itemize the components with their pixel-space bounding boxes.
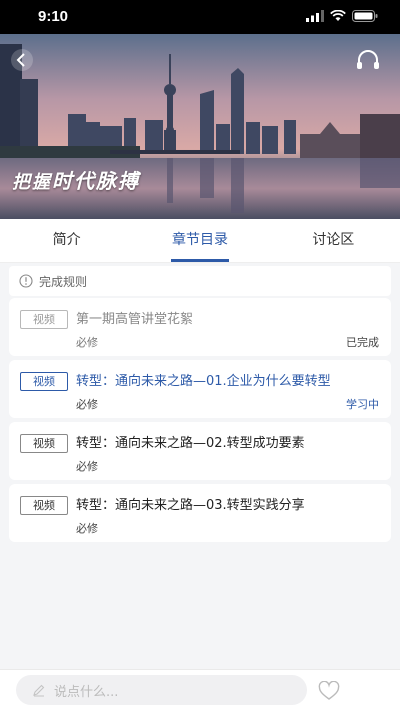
completion-rules-label: 完成规则 [39, 274, 88, 289]
chapter-item[interactable]: 视频 转型：通向未来之路—01.企业为什么要转型 必修 学习中 [9, 360, 391, 418]
comment-input[interactable]: 说点什么... [16, 675, 307, 705]
required-label: 必修 [76, 460, 98, 473]
hero-banner: 把握时代脉搏 [0, 34, 400, 219]
chapter-title: 转型：通向未来之路—02.转型成功要素 [76, 436, 305, 451]
chapter-status: 学习中 [346, 398, 379, 411]
tab-chapters[interactable]: 章节目录 [133, 219, 266, 262]
hero-slogan: 把握时代脉搏 [12, 165, 140, 194]
wifi-icon [330, 10, 346, 21]
info-icon [19, 274, 33, 288]
hero-slogan-a: 把握 [12, 172, 52, 193]
tab-intro[interactable]: 简介 [0, 219, 133, 262]
video-badge: 视频 [20, 310, 68, 329]
status-bar: 9:10 [0, 0, 400, 34]
completion-rules[interactable]: 完成规则 [9, 266, 391, 296]
signal-icon [306, 10, 324, 22]
chapter-title: 转型：通向未来之路—01.企业为什么要转型 [76, 374, 331, 389]
video-badge: 视频 [20, 434, 68, 453]
tab-bar: 简介 章节目录 讨论区 [0, 219, 400, 263]
status-icons [306, 10, 378, 22]
headset-icon[interactable] [354, 46, 382, 74]
chapter-item[interactable]: 视频 转型：通向未来之路—03.转型实践分享 必修 [9, 484, 391, 542]
video-badge: 视频 [20, 372, 68, 391]
status-time: 9:10 [38, 8, 69, 25]
video-badge: 视频 [20, 496, 68, 515]
bottom-bar: 说点什么... [0, 669, 400, 711]
hero-slogan-b: 时代脉搏 [52, 169, 140, 193]
chapter-status: 已完成 [346, 336, 379, 349]
heart-icon[interactable] [318, 681, 340, 701]
pencil-icon [33, 684, 45, 697]
comment-placeholder: 说点什么... [54, 684, 119, 700]
chapter-title: 第一期高管讲堂花絮 [76, 312, 194, 327]
chapter-item[interactable]: 视频 转型：通向未来之路—02.转型成功要素 必修 [9, 422, 391, 480]
battery-icon [352, 10, 378, 22]
required-label: 必修 [76, 522, 98, 535]
required-label: 必修 [76, 398, 98, 411]
required-label: 必修 [76, 336, 98, 349]
chapter-title: 转型：通向未来之路—03.转型实践分享 [76, 498, 305, 513]
tab-discussion[interactable]: 讨论区 [267, 219, 400, 262]
chapter-item[interactable]: 视频 第一期高管讲堂花絮 必修 已完成 [9, 298, 391, 356]
back-icon[interactable] [10, 48, 34, 72]
